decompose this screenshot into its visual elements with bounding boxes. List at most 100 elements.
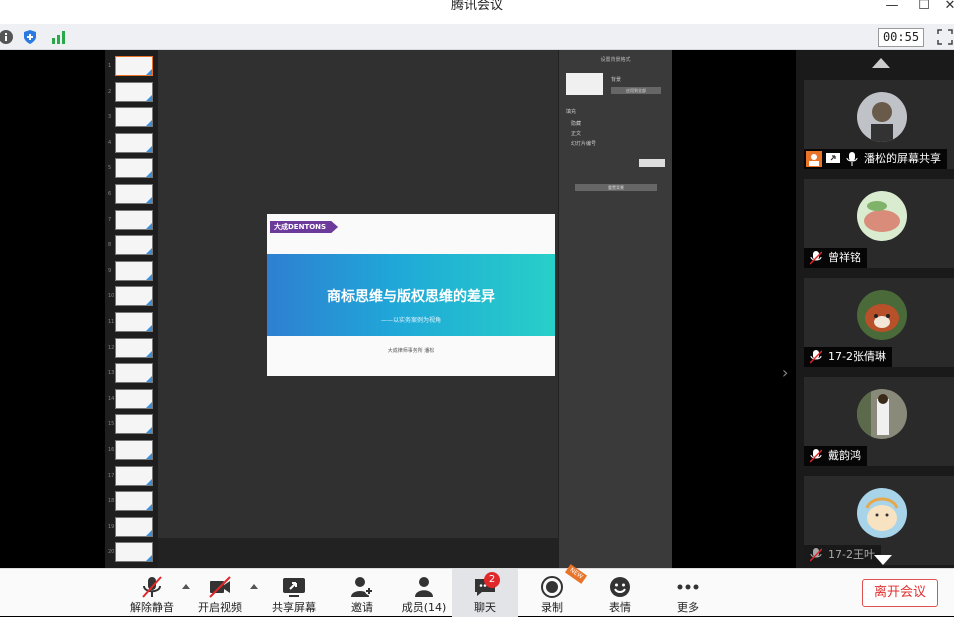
slide-thumbnail[interactable]: 9: [108, 260, 153, 281]
shared-screen: 123456789101112131415161718192021 大成DENT…: [0, 50, 796, 588]
slide-thumbnail[interactable]: 10: [108, 286, 153, 307]
mic-muted-icon: [810, 350, 822, 364]
slide-thumbnail-panel: 123456789101112131415161718192021: [105, 50, 158, 588]
pane-reset-button[interactable]: 重置背景: [575, 184, 657, 191]
participant-tile[interactable]: 17-2张倩琳: [804, 278, 954, 367]
slide-thumbnail[interactable]: 18: [108, 491, 153, 512]
pane-option-3[interactable]: 幻灯片编号: [571, 140, 596, 147]
record-label: 录制: [541, 601, 563, 614]
thumbnail-corner-icon: [146, 120, 152, 127]
slide-thumbnail[interactable]: 19: [108, 516, 153, 537]
pane-option-2[interactable]: 正文: [571, 130, 581, 137]
participant-tile[interactable]: 戴韵鸿: [804, 377, 954, 466]
invite-button[interactable]: 邀请: [340, 569, 384, 617]
info-icon[interactable]: [0, 29, 14, 45]
chat-badge: 2: [484, 572, 500, 588]
host-icon: [806, 151, 822, 167]
thumbnail-corner-icon: [146, 350, 152, 357]
scroll-up-icon[interactable]: [872, 58, 890, 68]
slide-thumbnail-number: 7: [108, 216, 112, 223]
screen-share-icon: [283, 578, 305, 597]
slide-thumbnail[interactable]: 7: [108, 209, 153, 230]
chevron-right-icon[interactable]: ›: [782, 363, 788, 382]
mic-muted-icon: [810, 251, 822, 265]
slide-thumbnail-number: 10: [108, 293, 115, 300]
start-video-button[interactable]: 开启视频: [192, 569, 248, 617]
participant-tile[interactable]: 曾祥铭: [804, 179, 954, 268]
participant-name: 17-2王叶: [828, 548, 875, 561]
pane-apply-button[interactable]: 应用到全部: [611, 87, 661, 94]
thumbnail-corner-icon: [146, 197, 152, 203]
slide-thumbnail[interactable]: 11: [108, 312, 153, 332]
avatar: [857, 488, 907, 538]
slide-thumbnail[interactable]: 20: [108, 542, 153, 563]
slide-thumbnail[interactable]: 12: [108, 337, 153, 358]
thumbnail-corner-icon: [146, 529, 152, 536]
more-button[interactable]: 更多: [666, 569, 710, 617]
pane-color-picker[interactable]: [639, 159, 665, 167]
participant-tile[interactable]: 潘松的屏幕共享: [804, 80, 954, 169]
slide-thumbnail-number: 1: [108, 63, 112, 69]
title-bar: 腾讯会议 — ☐ ✕: [0, 0, 954, 24]
slide-thumbnail[interactable]: 15: [108, 414, 153, 435]
slide-thumbnail[interactable]: 4: [108, 132, 153, 153]
slide-thumbnail[interactable]: 2: [108, 81, 153, 102]
pane-fill-label: 填充: [566, 109, 577, 115]
slide-thumbnail-number: 17: [108, 472, 115, 479]
slide-thumbnail-number: 20: [108, 549, 115, 556]
slide-thumbnail[interactable]: 6: [108, 184, 153, 204]
current-slide: 大成DENTONS 商标思维与版权思维的差异 ——以实务案例为视角 大成律师事务…: [267, 214, 555, 376]
slide-thumbnail[interactable]: 14: [108, 388, 153, 409]
new-tag: NEW: [564, 564, 588, 584]
slide-thumbnail-number: 8: [108, 242, 112, 249]
slide-thumbnail[interactable]: 13: [108, 363, 153, 384]
avatar: [857, 92, 907, 142]
slide-thumbnail-number: 2: [108, 88, 112, 95]
close-icon[interactable]: ✕: [940, 0, 954, 14]
participant-name: 潘松的屏幕共享: [864, 152, 941, 165]
thumbnail-corner-icon: [146, 376, 152, 383]
minimize-icon[interactable]: —: [882, 0, 902, 14]
share-screen-label: 共享屏幕: [272, 601, 316, 614]
slide-thumbnail-number: 6: [108, 191, 112, 197]
camera-off-icon: [209, 576, 231, 598]
participant-name-bar: 曾祥铭: [804, 248, 867, 268]
maximize-icon[interactable]: ☐: [914, 0, 934, 14]
slide-editor: 大成DENTONS 商标思维与版权思维的差异 ——以实务案例为视角 大成律师事务…: [158, 50, 558, 538]
slide-thumbnail[interactable]: 3: [108, 107, 153, 128]
thumbnail-corner-icon: [146, 478, 152, 485]
emoji-button[interactable]: 表情: [598, 569, 642, 617]
record-button[interactable]: NEW 录制: [528, 564, 588, 617]
emoji-label: 表情: [609, 601, 631, 614]
chat-button[interactable]: 2 聊天: [452, 569, 518, 617]
fullscreen-icon[interactable]: [937, 29, 953, 45]
meeting-toolbar: 解除静音 开启视频 共享屏幕 邀请 成员(14) 2 聊天 NEW 录制 表情 …: [0, 564, 954, 617]
slide-thumbnail-number: 14: [108, 395, 115, 402]
signal-icon[interactable]: [50, 29, 66, 45]
slide-thumbnail[interactable]: 8: [108, 235, 153, 256]
unmute-button[interactable]: 解除静音: [124, 569, 180, 617]
members-button[interactable]: 成员(14): [396, 569, 452, 617]
smile-icon: [610, 577, 630, 597]
thumbnail-corner-icon: [146, 248, 152, 255]
scroll-down-icon[interactable]: [874, 555, 892, 565]
chevron-up-icon[interactable]: [182, 584, 190, 589]
pane-option-1[interactable]: 隐藏: [571, 120, 581, 127]
chevron-up-icon[interactable]: [250, 584, 258, 589]
slide-thumbnail-number: 11: [108, 319, 115, 325]
leave-meeting-button[interactable]: 离开会议: [862, 579, 938, 607]
slide-thumbnail[interactable]: 16: [108, 440, 153, 460]
slide-thumbnail[interactable]: 5: [108, 158, 153, 179]
thumbnail-corner-icon: [146, 401, 152, 408]
slide-thumbnail[interactable]: 17: [108, 465, 153, 486]
shield-icon[interactable]: [22, 29, 38, 45]
slide-footer: 大成律师事务所 潘松: [387, 348, 435, 354]
slide-thumbnail-number: 15: [108, 421, 115, 428]
meeting-timer: 00:55: [878, 28, 924, 47]
share-screen-button[interactable]: 共享屏幕: [266, 569, 322, 617]
participant-tile[interactable]: 17-2王叶: [804, 476, 954, 565]
pane-opt-label: 背景: [611, 77, 622, 83]
participant-name: 戴韵鸿: [828, 449, 861, 462]
participant-name-bar: 17-2王叶: [804, 545, 881, 565]
slide-thumbnail[interactable]: 1: [108, 56, 153, 76]
